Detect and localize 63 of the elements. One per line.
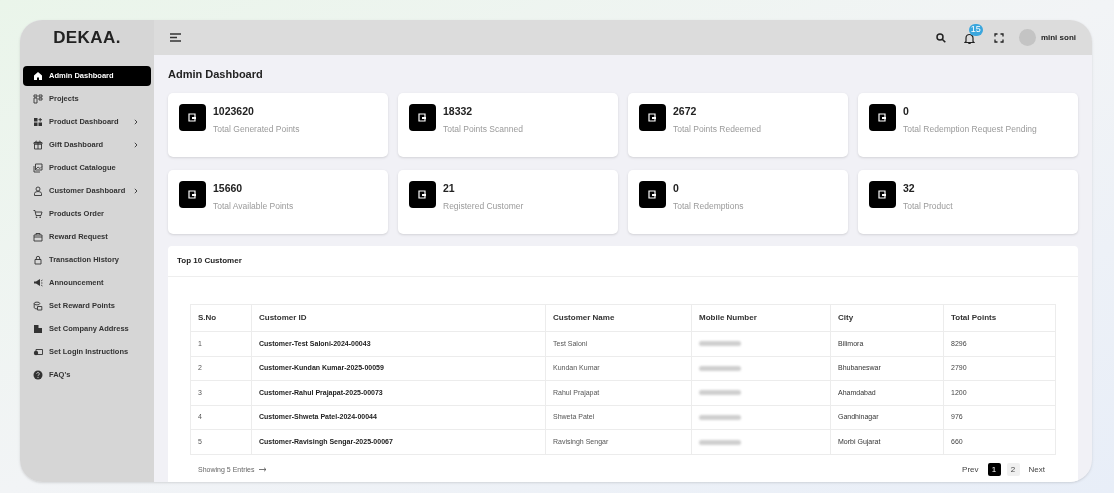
blurred-text [699, 439, 741, 445]
megaphone-icon [33, 278, 43, 288]
blurred-text [699, 390, 741, 396]
wallet-icon [869, 181, 896, 208]
user-name[interactable]: mini soni [1040, 31, 1076, 44]
card-icon [33, 347, 43, 357]
menu-icon[interactable] [170, 33, 181, 42]
wallet-icon [639, 104, 666, 131]
next-link[interactable]: Next [1025, 463, 1048, 476]
stat-value: 15660 [213, 181, 244, 195]
search-icon[interactable] [935, 32, 946, 43]
stat-value: 2672 [673, 104, 698, 118]
stat-label: Total Redemption Request Pending [903, 123, 1037, 136]
stat-label: Registered Customer [443, 200, 524, 213]
stat-value: 21 [443, 181, 456, 195]
question-icon [33, 370, 43, 380]
building-icon [33, 324, 43, 334]
grid-icon [33, 117, 43, 127]
column-header: Mobile Number [691, 304, 831, 332]
stat-label: Total Redemptions [673, 200, 744, 213]
wallet-icon [869, 104, 896, 131]
blurred-text [699, 341, 741, 347]
images-icon [33, 163, 43, 173]
package-icon [33, 232, 43, 242]
stat-label: Total Generated Points [213, 123, 300, 136]
bell-icon[interactable] [963, 32, 975, 45]
stat-value: 18332 [443, 104, 474, 118]
wallet-icon [179, 181, 206, 208]
coins-icon [33, 301, 43, 311]
arrow-right-icon[interactable] [259, 467, 268, 473]
stat-label: Total Product [903, 200, 953, 213]
wallet-icon [409, 181, 436, 208]
column-header: S.No [190, 304, 252, 332]
stat-label: Total Available Points [213, 200, 294, 213]
wallet-icon [179, 104, 206, 131]
notification-badge: 15 [968, 23, 983, 36]
blurred-text [699, 365, 741, 371]
blurred-text [699, 415, 741, 421]
lock-icon [33, 255, 43, 265]
page-button[interactable]: 2 [1006, 463, 1020, 477]
prev-link[interactable]: Prev [959, 463, 982, 476]
stat-value: 32 [903, 181, 916, 195]
cart-icon [33, 209, 43, 219]
stat-value: 0 [673, 181, 680, 195]
user-icon [33, 186, 43, 196]
fullscreen-icon[interactable] [993, 32, 1004, 43]
wallet-icon [409, 104, 436, 131]
table-title: Top 10 Customer [177, 255, 242, 267]
columns-icon [33, 94, 43, 104]
stat-value: 0 [903, 104, 910, 118]
stat-label: Total Points Scanned [443, 123, 523, 136]
column-header: Total Points [943, 304, 1056, 332]
home-icon [33, 71, 43, 81]
stat-label: Total Points Redeemed [673, 123, 761, 136]
column-header: Customer Name [545, 304, 692, 332]
column-header: Customer ID [251, 304, 546, 332]
column-header: City [830, 304, 944, 332]
wallet-icon [639, 181, 666, 208]
gift-icon [33, 140, 43, 150]
stat-value: 1023620 [213, 104, 255, 118]
page-title: Admin Dashboard [168, 67, 264, 82]
page-button[interactable]: 1 [987, 463, 1001, 477]
logo: DEKAA. [53, 26, 121, 49]
